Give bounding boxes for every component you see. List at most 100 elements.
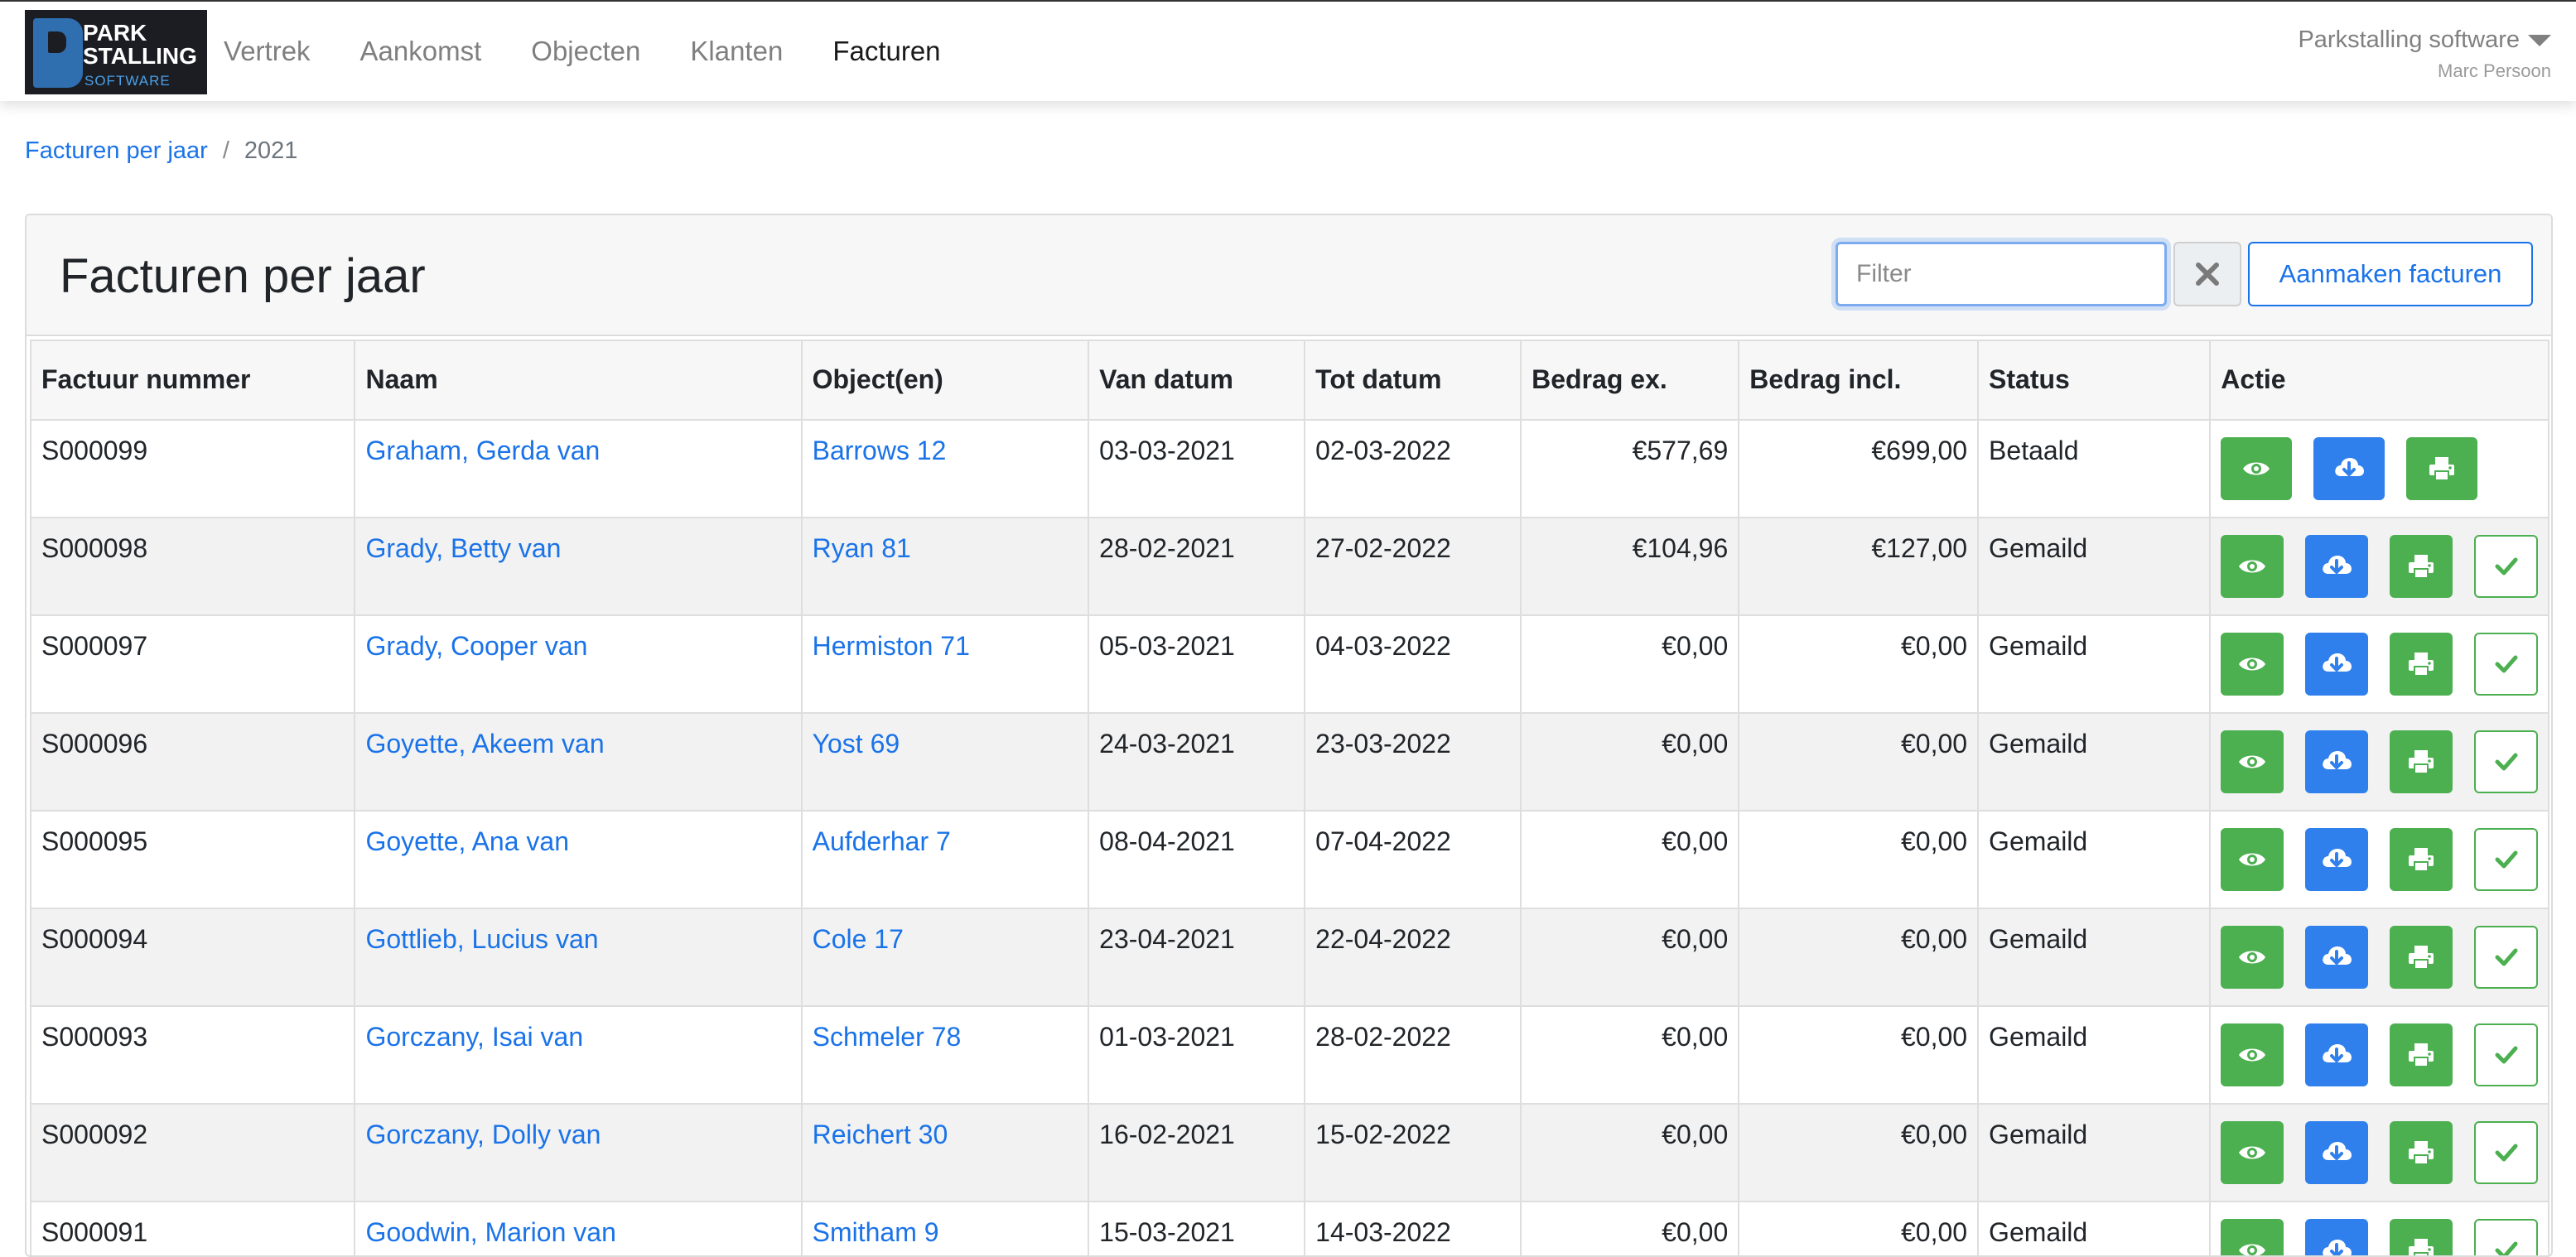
print-button[interactable] [2390, 633, 2453, 696]
print-button[interactable] [2390, 828, 2453, 891]
account-company[interactable]: Parkstalling software [2298, 26, 2551, 54]
print-button[interactable] [2390, 1121, 2453, 1184]
mark-paid-button[interactable] [2474, 535, 2538, 598]
customer-name-link[interactable]: Gottlieb, Lucius van [365, 924, 598, 954]
nav-item-facturen[interactable]: Facturen [832, 36, 940, 67]
download-button[interactable] [2305, 926, 2369, 989]
actions-cell [2209, 712, 2549, 812]
download-button[interactable] [2305, 828, 2369, 891]
invoices-card: Facturen per jaar Aanmaken facturen Fact… [25, 214, 2553, 1257]
nav-item-klanten[interactable]: Klanten [690, 36, 783, 67]
download-button[interactable] [2305, 1121, 2369, 1184]
amount-incl: €0,00 [1738, 908, 1980, 1007]
from-date: 05-03-2021 [1088, 614, 1306, 714]
object-link[interactable]: Reichert 30 [813, 1120, 948, 1149]
object-link[interactable]: Barrows 12 [813, 436, 947, 465]
customer-name-link[interactable]: Graham, Gerda van [365, 436, 600, 465]
create-invoices-button[interactable]: Aanmaken facturen [2248, 242, 2533, 306]
mark-paid-button[interactable] [2474, 926, 2538, 989]
download-button[interactable] [2305, 535, 2369, 598]
col-header-from[interactable]: Van datum [1088, 340, 1306, 421]
mark-paid-button[interactable] [2474, 828, 2538, 891]
object-link[interactable]: Hermiston 71 [813, 631, 970, 661]
col-header-amount-ex[interactable]: Bedrag ex. [1520, 340, 1740, 421]
customer-name-link[interactable]: Grady, Betty van [365, 533, 561, 563]
cloud-download-icon [2323, 849, 2352, 867]
amount-incl: €0,00 [1738, 1201, 1980, 1255]
print-button[interactable] [2390, 535, 2453, 598]
table-header-row: Factuur nummer Naam Object(en) Van datum… [29, 340, 2549, 421]
nav-item-vertrek[interactable]: Vertrek [224, 36, 311, 67]
col-header-amount-incl[interactable]: Bedrag incl. [1738, 340, 1980, 421]
view-button[interactable] [2221, 633, 2284, 696]
print-button[interactable] [2390, 730, 2453, 793]
customer-name-link[interactable]: Gorczany, Isai van [365, 1022, 583, 1052]
object-link[interactable]: Schmeler 78 [813, 1022, 962, 1052]
view-button[interactable] [2221, 535, 2284, 598]
from-date: 24-03-2021 [1088, 712, 1306, 812]
to-date: 23-03-2022 [1304, 712, 1522, 812]
logo-line-1: PARK [83, 20, 147, 46]
mark-paid-button[interactable] [2474, 633, 2538, 696]
invoice-number: S000096 [29, 712, 356, 812]
to-date: 22-04-2022 [1304, 908, 1522, 1007]
account-user: Marc Persoon [2438, 60, 2551, 81]
clear-filter-button[interactable] [2173, 242, 2241, 306]
eye-icon [2239, 657, 2266, 671]
col-header-name[interactable]: Naam [354, 340, 803, 421]
mark-paid-button[interactable] [2474, 730, 2538, 793]
from-date: 08-04-2021 [1088, 810, 1306, 909]
from-date: 23-04-2021 [1088, 908, 1306, 1007]
download-button[interactable] [2305, 730, 2369, 793]
col-header-action: Actie [2209, 340, 2549, 421]
logo-subtitle: SOFTWARE [84, 73, 171, 89]
account-menu[interactable]: Parkstalling software Marc Persoon [2298, 26, 2551, 82]
col-header-number[interactable]: Factuur nummer [29, 340, 356, 421]
print-button[interactable] [2390, 926, 2453, 989]
view-button[interactable] [2221, 437, 2293, 500]
col-header-status[interactable]: Status [1977, 340, 2212, 421]
view-button[interactable] [2221, 1121, 2284, 1184]
mark-paid-button[interactable] [2474, 1219, 2538, 1255]
object-link[interactable]: Yost 69 [813, 729, 900, 759]
view-button[interactable] [2221, 730, 2284, 793]
customer-name-link[interactable]: Goyette, Akeem van [365, 729, 604, 759]
amount-incl: €699,00 [1738, 419, 1980, 518]
customer-name-link[interactable]: Gorczany, Dolly van [365, 1120, 601, 1149]
to-date: 27-02-2022 [1304, 517, 1522, 616]
print-button[interactable] [2390, 1219, 2453, 1255]
to-date: 14-03-2022 [1304, 1201, 1522, 1255]
object-link[interactable]: Aufderhar 7 [813, 826, 951, 856]
row-actions [2221, 924, 2538, 989]
object-link[interactable]: Ryan 81 [813, 533, 911, 563]
download-button[interactable] [2305, 1219, 2369, 1255]
object-link[interactable]: Cole 17 [813, 924, 904, 954]
logo-text: PARK STALLING [83, 22, 207, 68]
download-button[interactable] [2305, 1023, 2369, 1086]
customer-name-link[interactable]: Goodwin, Marion van [365, 1217, 615, 1247]
view-button[interactable] [2221, 828, 2284, 891]
view-button[interactable] [2221, 1023, 2284, 1086]
nav-item-objecten[interactable]: Objecten [531, 36, 640, 67]
col-header-to[interactable]: Tot datum [1304, 340, 1522, 421]
download-button[interactable] [2313, 437, 2385, 500]
customer-name-link[interactable]: Grady, Cooper van [365, 631, 587, 661]
view-button[interactable] [2221, 1219, 2284, 1255]
breadcrumb-parent-link[interactable]: Facturen per jaar [25, 137, 208, 165]
print-button[interactable] [2390, 1023, 2453, 1086]
print-button[interactable] [2406, 437, 2478, 500]
download-button[interactable] [2305, 633, 2369, 696]
check-icon [2495, 948, 2518, 966]
mark-paid-button[interactable] [2474, 1121, 2538, 1184]
object-link[interactable]: Smitham 9 [813, 1217, 939, 1247]
customer-name-link[interactable]: Goyette, Ana van [365, 826, 569, 856]
view-button[interactable] [2221, 926, 2284, 989]
col-header-objects[interactable]: Object(en) [800, 340, 1090, 421]
filter-input[interactable] [1836, 242, 2167, 306]
actions-cell [2209, 419, 2549, 518]
nav-item-aankomst[interactable]: Aankomst [360, 36, 482, 67]
mark-paid-button[interactable] [2474, 1023, 2538, 1086]
check-icon [2495, 1241, 2518, 1255]
brand-logo[interactable]: PARK STALLING SOFTWARE [25, 10, 207, 94]
check-icon [2495, 850, 2518, 869]
